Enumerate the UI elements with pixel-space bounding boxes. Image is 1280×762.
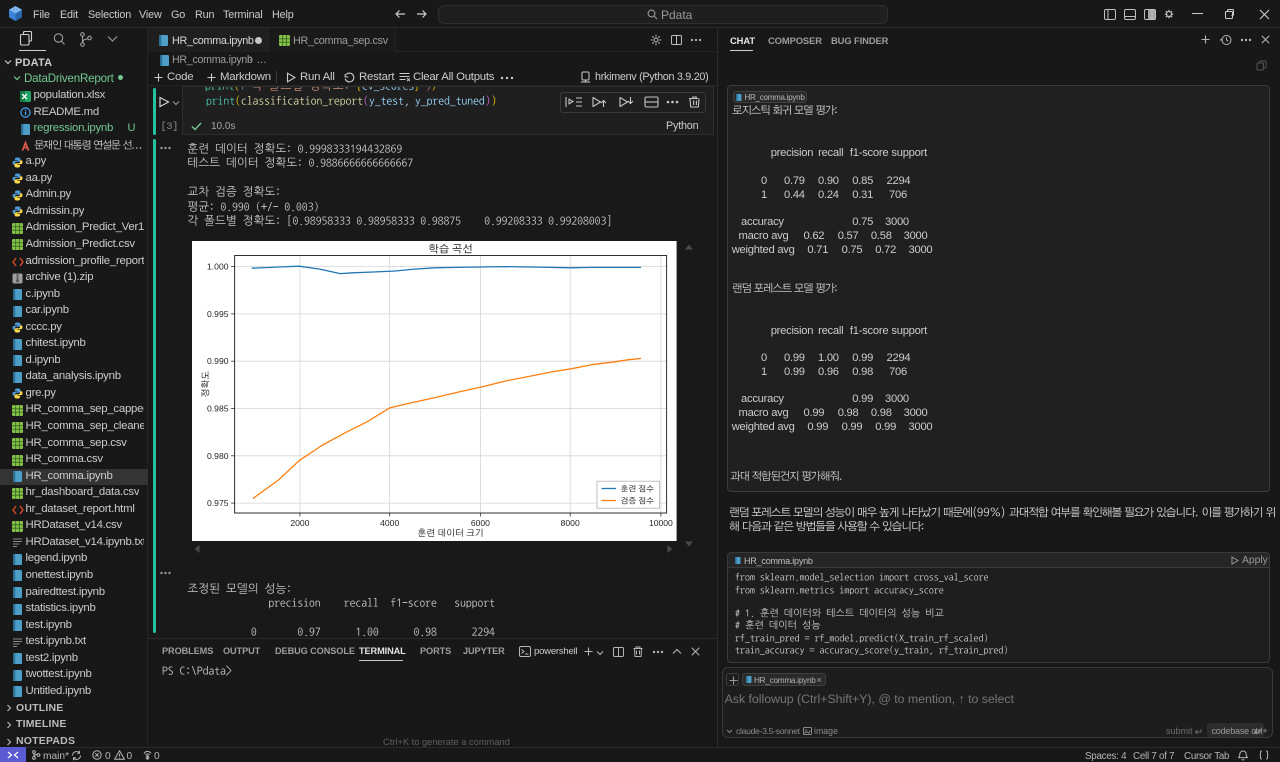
svg-text:1.000: 1.000 [207, 261, 229, 271]
svg-text:4000: 4000 [381, 518, 400, 528]
svg-text:8000: 8000 [561, 518, 580, 528]
svg-text:0.995: 0.995 [207, 309, 229, 319]
svg-text:2000: 2000 [291, 518, 310, 528]
svg-text:6000: 6000 [471, 518, 490, 528]
svg-text:0.975: 0.975 [207, 498, 229, 508]
svg-text:10000: 10000 [649, 518, 673, 528]
svg-text:0.985: 0.985 [207, 403, 229, 413]
svg-text:0.980: 0.980 [207, 451, 229, 461]
svg-text:0.990: 0.990 [207, 356, 229, 366]
